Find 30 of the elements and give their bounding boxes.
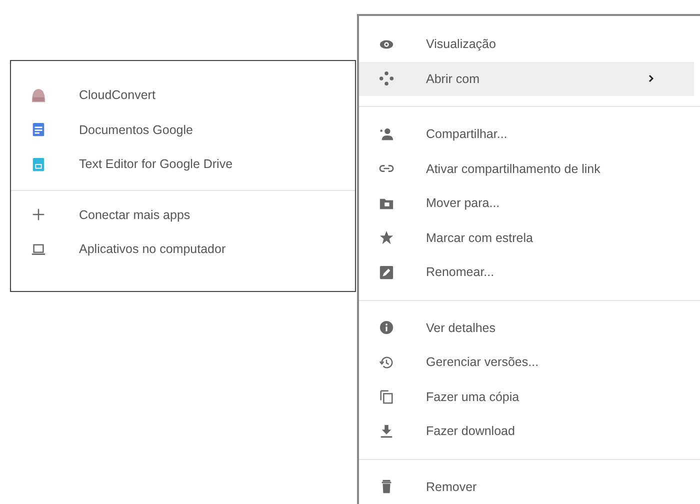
download-icon — [379, 424, 394, 439]
menu-item[interactable]: Renomear... — [359, 255, 694, 290]
laptop-icon — [31, 242, 46, 257]
star-icon — [379, 230, 394, 246]
pencil-icon — [379, 264, 394, 280]
history-icon — [379, 354, 394, 370]
menu-item[interactable]: Documentos Google — [11, 112, 355, 147]
menu-item[interactable]: Gerenciar versões... — [359, 345, 694, 380]
menu-item[interactable]: Conectar mais apps — [11, 198, 355, 232]
info-icon — [379, 320, 394, 336]
menu-item[interactable]: Ver detalhes — [359, 310, 694, 345]
text-file-icon — [31, 156, 46, 172]
menu-item[interactable]: Aplicativos no computador — [11, 232, 355, 266]
menu-item[interactable]: Marcar com estrela — [359, 220, 694, 255]
menu-item[interactable]: CloudConvert — [11, 78, 355, 112]
menu-item[interactable]: Fazer download — [359, 414, 694, 448]
menu-item[interactable]: Compartilhar... — [359, 117, 694, 152]
menu-item[interactable]: Text Editor for Google Drive — [11, 147, 355, 182]
copy-icon — [379, 389, 394, 404]
plus-icon — [31, 207, 46, 222]
menu-item[interactable]: Mover para... — [359, 186, 694, 220]
menu-item[interactable]: Visualização — [359, 27, 694, 62]
menu-item[interactable]: Remover — [359, 470, 694, 504]
four-dots-icon — [379, 71, 394, 86]
document-icon — [31, 122, 46, 138]
menu-item[interactable]: Fazer uma cópia — [359, 380, 694, 414]
menu-item[interactable]: Ativar compartilhamento de link — [359, 152, 694, 186]
person-icon — [379, 126, 394, 142]
trash-icon — [379, 479, 394, 494]
menu-item[interactable]: Abrir com — [359, 62, 694, 96]
